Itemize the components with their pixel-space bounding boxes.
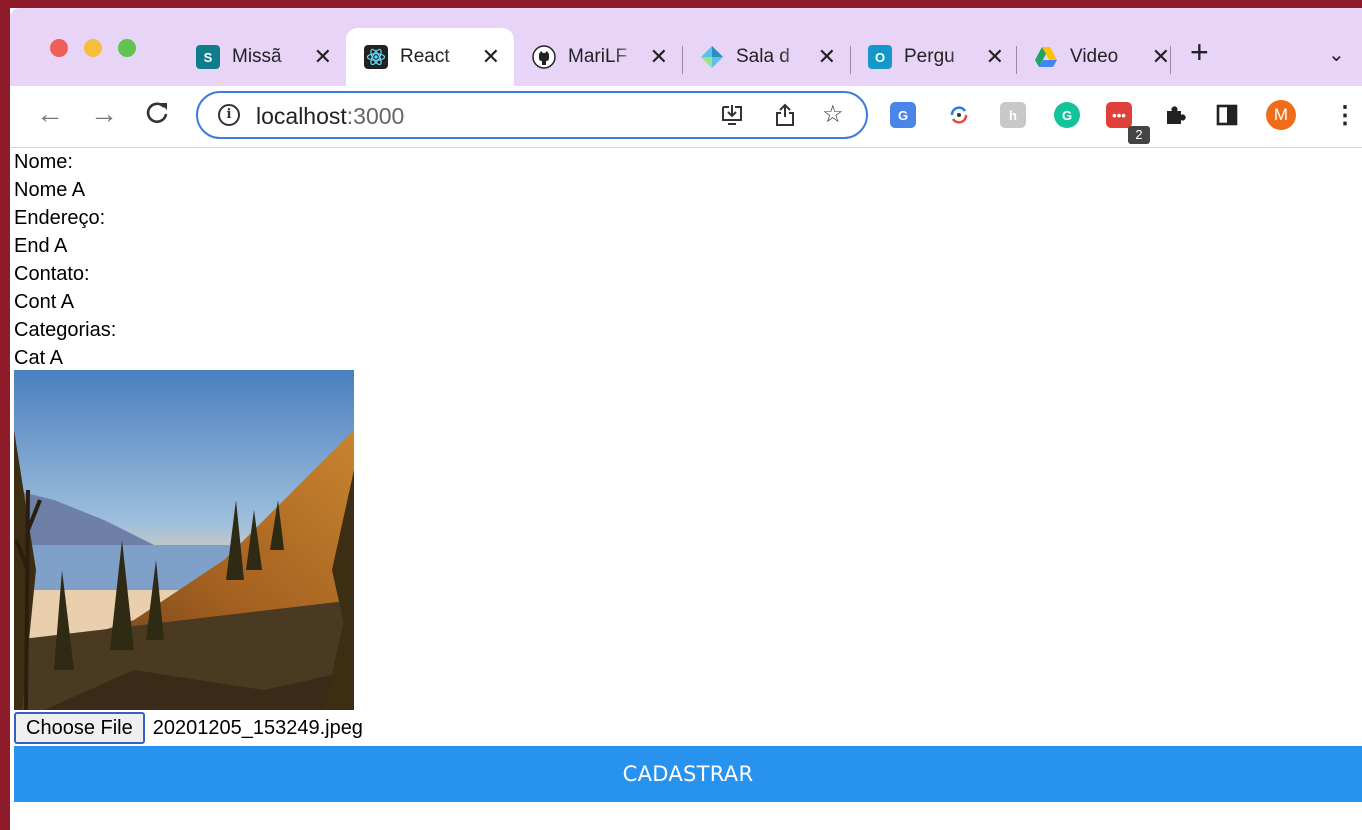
meetup-extension-icon[interactable]: ••• bbox=[1106, 102, 1132, 128]
close-window-button[interactable] bbox=[50, 39, 68, 57]
tab-title: Pergu bbox=[904, 46, 955, 67]
maximize-window-button[interactable] bbox=[118, 39, 136, 57]
extension-badge: 2 bbox=[1128, 126, 1150, 144]
sharepoint-icon: S bbox=[196, 45, 220, 69]
page-content: Nome: Nome A Endereço: End A Contato: Co… bbox=[14, 148, 1362, 830]
contato-label: Contato: bbox=[14, 263, 90, 285]
arrow-right-icon[interactable]: → bbox=[90, 100, 118, 128]
reload-icon[interactable] bbox=[144, 100, 170, 131]
kebab-menu-icon[interactable]: ⋮ bbox=[1332, 102, 1358, 129]
browser-window: S Missã ✕ React ✕ MariLF ✕ Sala d ✕ O Pe… bbox=[0, 0, 1362, 830]
tab-5[interactable]: O Pergu ✕ bbox=[850, 28, 1018, 86]
endereco-value: End A bbox=[14, 235, 68, 257]
address-bar[interactable]: i localhost:3000 ☆ bbox=[196, 91, 868, 139]
close-tab-icon[interactable]: ✕ bbox=[818, 44, 836, 70]
nome-value: Nome A bbox=[14, 179, 86, 201]
close-tab-icon[interactable]: ✕ bbox=[1152, 44, 1170, 70]
tab-title: MariLF bbox=[568, 46, 628, 67]
browser-toolbar: ← → i localhost:3000 ☆ G h G ••• M ⋮ bbox=[10, 86, 1362, 148]
close-tab-icon[interactable]: ✕ bbox=[986, 44, 1004, 70]
image-preview bbox=[14, 370, 354, 710]
info-icon[interactable]: i bbox=[218, 104, 240, 126]
side-panel-icon[interactable] bbox=[1214, 102, 1240, 128]
tab-2-active[interactable]: React ✕ bbox=[346, 28, 514, 86]
selected-file-name: 20201205_153249.jpeg bbox=[152, 716, 363, 739]
tab-title: Video bbox=[1070, 46, 1119, 67]
url-text: localhost:3000 bbox=[256, 103, 405, 129]
tab-search-button[interactable]: ⌄ bbox=[1328, 42, 1345, 67]
install-app-icon[interactable] bbox=[720, 103, 744, 132]
contato-value: Cont A bbox=[14, 291, 75, 313]
tab-title: Sala d bbox=[736, 46, 790, 67]
profile-avatar[interactable]: M bbox=[1266, 100, 1296, 130]
close-tab-icon[interactable]: ✕ bbox=[650, 44, 668, 70]
endereco-label: Endereço: bbox=[14, 207, 106, 229]
close-tab-icon[interactable]: ✕ bbox=[482, 44, 500, 70]
close-tab-icon[interactable]: ✕ bbox=[314, 44, 332, 70]
tab-title: Missã bbox=[232, 46, 282, 67]
tab-title: React bbox=[400, 46, 450, 67]
sync-extension-icon[interactable] bbox=[946, 102, 972, 128]
choose-file-button[interactable]: Choose File bbox=[14, 712, 145, 744]
diamond-icon bbox=[700, 45, 724, 69]
tab-3[interactable]: MariLF ✕ bbox=[514, 28, 682, 86]
google-translate-icon[interactable]: G bbox=[890, 102, 916, 128]
nome-label: Nome: bbox=[14, 151, 73, 173]
hiragana-extension-icon[interactable]: h bbox=[1000, 102, 1026, 128]
minimize-window-button[interactable] bbox=[84, 39, 102, 57]
question-icon: O bbox=[868, 45, 892, 69]
categorias-label: Categorias: bbox=[14, 319, 117, 341]
google-drive-icon bbox=[1034, 45, 1058, 69]
file-input: Choose File 20201205_153249.jpeg bbox=[14, 712, 363, 744]
tab-strip: S Missã ✕ React ✕ MariLF ✕ Sala d ✕ O Pe… bbox=[10, 8, 1362, 86]
tab-6[interactable]: Video ✕ bbox=[1016, 28, 1184, 86]
tab-divider bbox=[1170, 46, 1171, 74]
puzzle-extensions-icon[interactable] bbox=[1162, 102, 1188, 128]
github-icon bbox=[532, 45, 556, 69]
tab-1[interactable]: S Missã ✕ bbox=[178, 28, 346, 86]
arrow-left-icon[interactable]: ← bbox=[36, 100, 64, 128]
cadastrar-button[interactable]: CADASTRAR bbox=[14, 746, 1362, 802]
categorias-value: Cat A bbox=[14, 347, 63, 369]
react-icon bbox=[364, 45, 388, 69]
new-tab-button[interactable]: + bbox=[1190, 36, 1209, 68]
tab-4[interactable]: Sala d ✕ bbox=[682, 28, 850, 86]
grammarly-icon[interactable]: G bbox=[1054, 102, 1080, 128]
star-icon[interactable]: ☆ bbox=[822, 103, 844, 127]
share-icon[interactable] bbox=[774, 103, 796, 132]
